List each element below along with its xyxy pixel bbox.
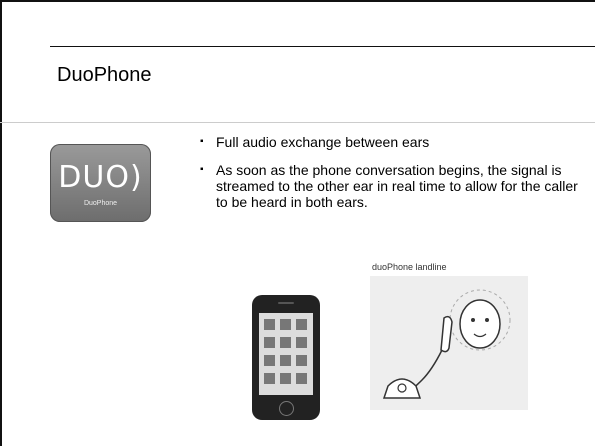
app-icon-subtext: DuoPhone [83, 200, 118, 207]
bullet-list: Full audio exchange between ears As soon… [200, 134, 580, 222]
phone-app-icon [296, 337, 307, 348]
phone-app-icon [280, 355, 291, 366]
landline-image-caption: duoPhone landline [372, 262, 447, 272]
duophone-app-icon: DUO) DuoPhone [50, 144, 151, 222]
landline-drawing [382, 289, 511, 399]
bullet-item: Full audio exchange between ears [200, 134, 580, 150]
header-rule [50, 46, 595, 47]
phone-app-icon [296, 355, 307, 366]
phone-speaker [278, 302, 294, 304]
face-eye-icon [471, 318, 475, 322]
phone-app-icon [280, 337, 291, 348]
title-separator [0, 122, 595, 123]
smartphone-image [252, 295, 320, 420]
phone-app-icon [264, 337, 275, 348]
phone-app-icon [264, 373, 275, 384]
phone-app-icon [264, 355, 275, 366]
landline-base-icon [382, 378, 422, 399]
landline-illustration [370, 276, 528, 410]
phone-app-icon [264, 319, 275, 330]
phone-home-button-icon [279, 401, 294, 416]
phone-app-icon [280, 319, 291, 330]
receiver-icon [440, 315, 453, 353]
face-icon [459, 299, 501, 349]
app-icon-logo: DUO) [58, 160, 143, 195]
phone-app-icon [296, 319, 307, 330]
slide-title: DuoPhone [57, 64, 152, 86]
bullet-item: As soon as the phone conversation begins… [200, 162, 580, 210]
phone-screen [259, 313, 313, 395]
face-eye-icon [485, 318, 489, 322]
phone-app-icon [280, 373, 291, 384]
phone-app-icon [296, 373, 307, 384]
